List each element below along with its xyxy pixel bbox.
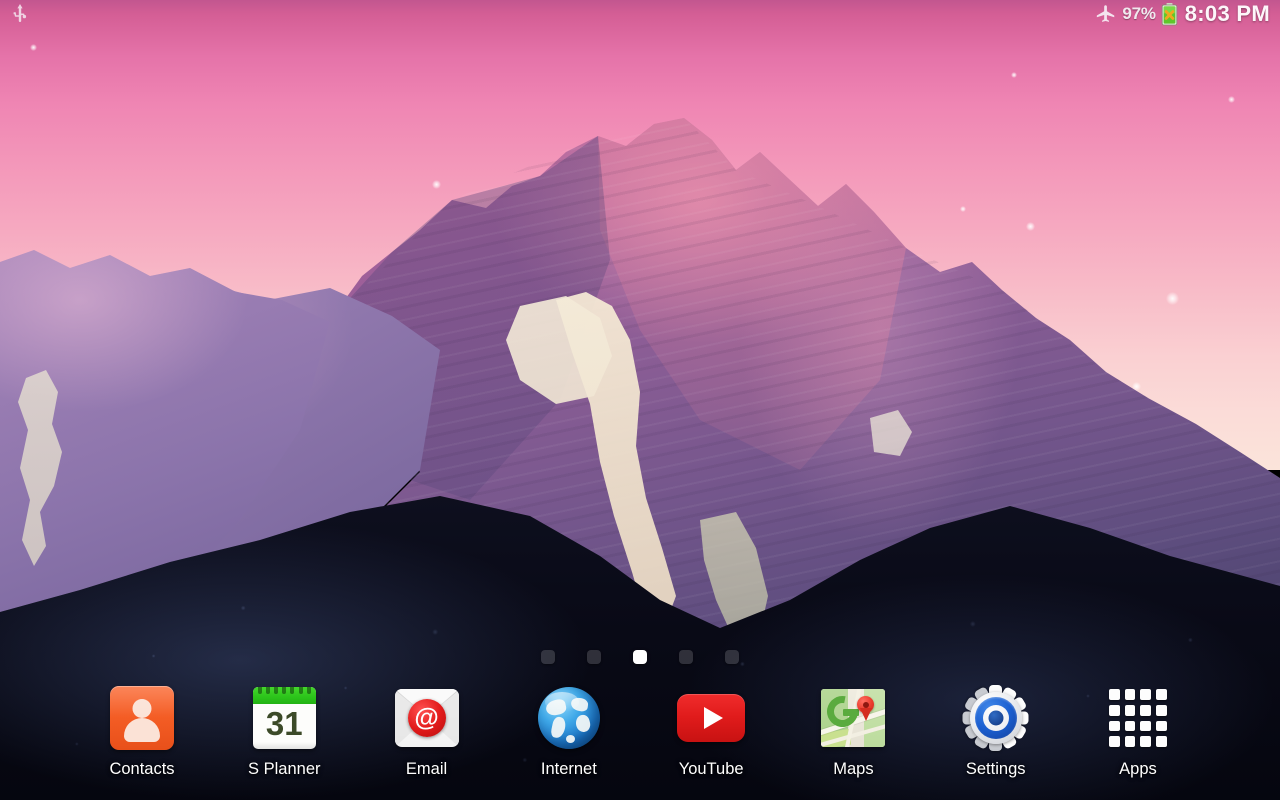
globe-landmass: [565, 735, 575, 743]
contacts-icon[interactable]: [106, 682, 178, 754]
dock-item-youtube[interactable]: YouTube: [665, 682, 757, 779]
maps-icon[interactable]: [817, 682, 889, 754]
dock-item-settings[interactable]: Settings: [950, 682, 1042, 779]
dock-label-contacts: Contacts: [109, 760, 175, 778]
status-bar-left: [8, 2, 32, 26]
usb-icon: [8, 2, 32, 26]
dock-label-internet: Internet: [540, 760, 597, 778]
dock-item-apps[interactable]: Apps: [1092, 682, 1184, 779]
dock-item-email[interactable]: @ Email: [381, 682, 473, 779]
dock-item-internet[interactable]: Internet: [523, 682, 615, 779]
globe-icon[interactable]: [533, 682, 605, 754]
calendar-bottom-shadow: [252, 742, 316, 749]
dock-item-maps[interactable]: Maps: [807, 682, 899, 779]
dock-label-youtube: YouTube: [678, 760, 744, 778]
page-indicator-dot[interactable]: [725, 650, 739, 664]
apps-grid-icon[interactable]: [1102, 682, 1174, 754]
airplane-mode-icon: [1095, 3, 1117, 25]
person-head-shape: [132, 699, 152, 718]
calendar-icon[interactable]: 31: [248, 682, 320, 754]
globe-highlight: [544, 692, 579, 712]
globe-landmass: [549, 715, 567, 740]
globe-landmass: [573, 713, 592, 734]
page-indicator-dot-active[interactable]: [633, 650, 647, 664]
page-indicator-dot[interactable]: [587, 650, 601, 664]
dock: Contacts 31 S Planner @ Email Internet Y…: [0, 682, 1280, 800]
gear-center-dot: [988, 710, 1004, 726]
page-indicator-dot[interactable]: [679, 650, 693, 664]
calendar-rings: [253, 687, 316, 695]
dock-label-maps: Maps: [833, 760, 874, 778]
dock-label-email: Email: [405, 760, 448, 778]
calendar-day-number: 31: [265, 705, 303, 742]
at-symbol-badge: @: [407, 699, 446, 737]
dock-item-contacts[interactable]: Contacts: [96, 682, 188, 779]
map-pin-center-dot: [862, 701, 869, 708]
home-screen: 97% 8:03 PM Contacts 31 S Planner @ Emai…: [0, 0, 1280, 800]
dock-item-s-planner[interactable]: 31 S Planner: [238, 682, 330, 779]
gear-icon[interactable]: [960, 682, 1032, 754]
status-bar[interactable]: 97% 8:03 PM: [0, 0, 1280, 28]
map-g-letter-bar: [843, 709, 860, 716]
dock-label-settings: Settings: [965, 760, 1026, 778]
email-icon[interactable]: @: [391, 682, 463, 754]
play-triangle-icon: [703, 707, 723, 729]
dock-label-s-planner: S Planner: [248, 760, 321, 778]
status-bar-right: 97% 8:03 PM: [1095, 1, 1270, 27]
status-bar-clock: 8:03 PM: [1184, 1, 1270, 26]
page-indicator-row: [0, 650, 1280, 664]
page-indicator-dot[interactable]: [541, 650, 555, 664]
battery-icon: [1161, 2, 1178, 26]
dock-label-apps: Apps: [1119, 760, 1157, 778]
battery-percent-label: 97%: [1122, 4, 1156, 23]
person-body-shape: [124, 718, 160, 742]
youtube-icon[interactable]: [675, 682, 747, 754]
map-location-pin: [857, 696, 875, 713]
wallpaper: [0, 0, 1280, 800]
